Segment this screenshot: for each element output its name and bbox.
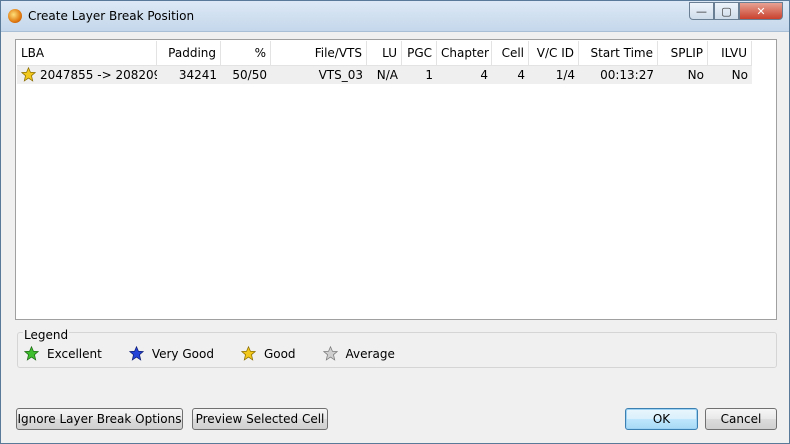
app-icon	[8, 9, 22, 23]
lba-cell: 2047855 -> 2082096	[17, 66, 157, 84]
average-star-icon	[322, 346, 338, 361]
column-header-lba[interactable]: LBA	[17, 41, 157, 65]
column-header-chapter[interactable]: Chapter	[437, 41, 492, 65]
lu-cell: N/A	[376, 68, 398, 82]
cell-cell: 4	[517, 68, 525, 82]
ok-button[interactable]: OK	[625, 408, 698, 430]
legend-label-good: Good	[263, 346, 296, 361]
ignore-layer-break-options-button[interactable]: Ignore Layer Break Options	[16, 408, 183, 430]
legend-item-average: Average	[322, 346, 395, 361]
list-header: LBA Padding % File/VTS LU PGC Chapter Ce…	[17, 41, 752, 66]
maximize-button[interactable]: ▢	[714, 2, 739, 20]
close-button[interactable]: ✕	[739, 2, 783, 20]
good-star-icon	[240, 346, 256, 361]
legend-title: Legend	[23, 328, 70, 342]
legend-group: Legend Excellent Very Good Good Average	[17, 328, 777, 368]
legend-label-excellent: Excellent	[47, 346, 102, 361]
padding-cell: 34241	[178, 68, 217, 82]
splip-cell: No	[687, 68, 704, 82]
percent-cell: 50/50	[232, 68, 267, 82]
pgc-cell: 1	[425, 68, 433, 82]
good-star-icon	[21, 67, 36, 82]
table-row[interactable]: 2047855 -> 2082096 34241 50/50 VTS_03 N/…	[17, 66, 752, 84]
ilvu-cell: No	[731, 68, 748, 82]
legend-label-very-good: Very Good	[151, 346, 214, 361]
dialog-window: Create Layer Break Position — ▢ ✕ LBA Pa…	[0, 0, 790, 444]
vc-id-cell: 1/4	[555, 68, 575, 82]
legend-items: Excellent Very Good Good Average	[24, 346, 422, 361]
legend-label-average: Average	[345, 346, 395, 361]
window-controls: — ▢ ✕	[689, 2, 783, 22]
column-header-cell[interactable]: Cell	[492, 41, 529, 65]
column-header-pgc[interactable]: PGC	[402, 41, 437, 65]
legend-item-good: Good	[240, 346, 296, 361]
legend-item-excellent: Excellent	[24, 346, 102, 361]
excellent-star-icon	[24, 346, 39, 361]
file-vts-cell: VTS_03	[318, 68, 363, 82]
dialog-content: LBA Padding % File/VTS LU PGC Chapter Ce…	[1, 32, 789, 443]
start-time-cell: 00:13:27	[600, 68, 654, 82]
legend-item-very-good: Very Good	[128, 346, 214, 361]
column-header-start-time[interactable]: Start Time	[579, 41, 658, 65]
column-header-percent[interactable]: %	[221, 41, 271, 65]
very-good-star-icon	[128, 346, 144, 361]
lba-value: 2047855 -> 2082096	[40, 68, 157, 82]
window-title: Create Layer Break Position	[28, 9, 195, 23]
column-header-padding[interactable]: Padding	[157, 41, 221, 65]
column-header-ilvu[interactable]: ILVU	[708, 41, 752, 65]
minimize-button[interactable]: —	[689, 2, 714, 20]
cancel-button[interactable]: Cancel	[705, 408, 777, 430]
column-header-file-vts[interactable]: File/VTS	[271, 41, 367, 65]
column-header-vc-id[interactable]: V/C ID	[529, 41, 579, 65]
layer-break-list[interactable]: LBA Padding % File/VTS LU PGC Chapter Ce…	[15, 39, 777, 320]
column-header-lu[interactable]: LU	[367, 41, 402, 65]
chapter-cell: 4	[480, 68, 488, 82]
preview-selected-cell-button[interactable]: Preview Selected Cell	[192, 408, 328, 430]
title-bar[interactable]: Create Layer Break Position — ▢ ✕	[1, 1, 789, 32]
column-header-splip[interactable]: SPLIP	[658, 41, 708, 65]
